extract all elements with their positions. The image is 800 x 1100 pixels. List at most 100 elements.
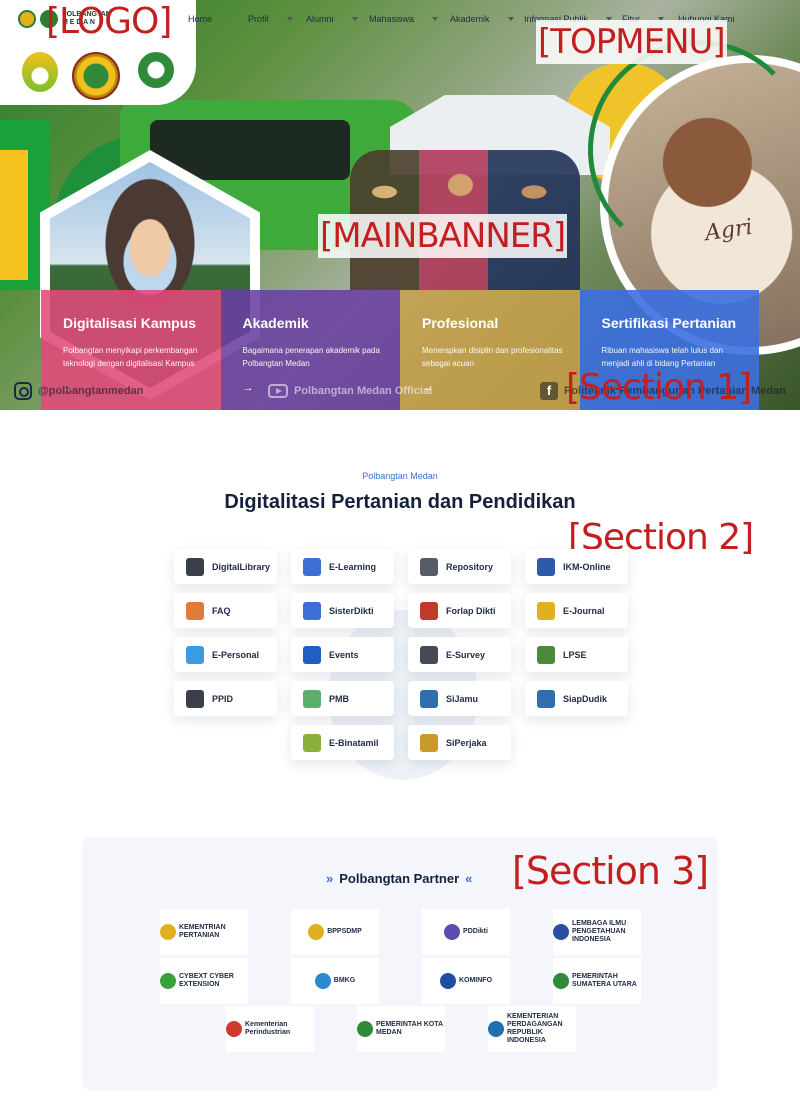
partner-emblem-icon bbox=[226, 1021, 242, 1037]
service-grid: DigitalLibrary E-Learning Repository IKM-On… bbox=[174, 549, 634, 769]
card-description: Polbangtan menyikapi perkembangan teknol… bbox=[63, 346, 198, 368]
partner-name: LEMBAGA ILMU PENGETAHUAN INDONESIA bbox=[572, 920, 627, 943]
nav-mahasiswa[interactable]: Mahasiswa bbox=[369, 14, 450, 24]
partner-emblem-icon bbox=[357, 1021, 373, 1037]
chevron-down-icon bbox=[286, 17, 293, 21]
partner-logo-pddikti[interactable]: PDDikti bbox=[422, 909, 510, 955]
partner-logo-bmkg[interactable]: BMKG bbox=[291, 958, 379, 1004]
polbangtan-seal-icon bbox=[138, 52, 174, 88]
journal-icon bbox=[537, 601, 555, 620]
service-label: FAQ bbox=[212, 605, 231, 616]
partner-emblem-icon bbox=[444, 924, 461, 940]
service-digitallibrary[interactable]: DigitalLibrary bbox=[174, 549, 277, 584]
sijamu-icon bbox=[420, 689, 438, 708]
partner-title: » Polbangtan Partner « bbox=[326, 871, 472, 886]
service-siapdudik[interactable]: SiapDudik bbox=[525, 681, 628, 716]
service-ppid[interactable]: PPID bbox=[174, 681, 277, 716]
partner-name: PEMERINTAH KOTA MEDAN bbox=[376, 1021, 443, 1036]
service-label: E-Journal bbox=[563, 605, 605, 616]
survey-icon bbox=[420, 645, 438, 664]
partner-emblem-icon bbox=[439, 973, 456, 989]
annotation-mainbanner: [MAINBANNER] bbox=[318, 214, 568, 258]
youtube-icon bbox=[268, 384, 288, 398]
chevron-left-icon: « bbox=[465, 871, 473, 886]
service-label: E-Learning bbox=[329, 561, 377, 572]
service-e-journal[interactable]: E-Journal bbox=[525, 593, 628, 628]
card-title: Akademik bbox=[242, 315, 309, 331]
partner-name: KEMENTERIAN PERDAGANGAN REPUBLIK INDONES… bbox=[507, 1013, 563, 1044]
partner-logo-bppsdmp[interactable]: BPPSDMP bbox=[291, 909, 379, 955]
nav-akademik[interactable]: Akademik bbox=[450, 14, 524, 24]
ppid-icon bbox=[186, 689, 204, 708]
partner-logo-kementerian-perdagangan-republik-indonesia[interactable]: KEMENTERIAN PERDAGANGAN REPUBLIK INDONES… bbox=[488, 1006, 576, 1052]
partner-logo-lembaga-ilmu-pengetahuan-indonesia[interactable]: LEMBAGA ILMU PENGETAHUAN INDONESIA bbox=[553, 909, 641, 955]
service-sisterdikti[interactable]: SisterDikti bbox=[291, 593, 394, 628]
service-pmb[interactable]: PMB bbox=[291, 681, 394, 716]
nav-home[interactable]: Home bbox=[188, 14, 248, 24]
partner-emblem-icon bbox=[553, 973, 569, 989]
service-label: SiPerjaka bbox=[446, 737, 487, 748]
chevron-down-icon bbox=[351, 17, 358, 21]
nav-label: Home bbox=[188, 14, 213, 24]
partner-name: KOMINFO bbox=[458, 977, 493, 984]
service-e-learning[interactable]: E-Learning bbox=[291, 549, 394, 584]
chevron-down-icon bbox=[507, 17, 514, 21]
service-siperjaka[interactable]: SiPerjaka bbox=[408, 725, 511, 760]
partner-emblem-icon bbox=[160, 973, 176, 989]
partner-logo-kominfo[interactable]: KOMINFO bbox=[422, 958, 510, 1004]
section2-title: Digitalitasi Pertanian dan Pendidikan bbox=[224, 491, 576, 513]
service-label: Repository bbox=[446, 561, 494, 572]
youtube-link[interactable]: Polbangtan Medan Official bbox=[268, 384, 432, 398]
service-label: Events bbox=[329, 649, 359, 660]
partner-name: BMKG bbox=[333, 977, 356, 984]
section2-subtitle: Polbangtan Medan bbox=[362, 471, 438, 481]
service-label: E-Personal bbox=[212, 649, 260, 660]
nav-alumni[interactable]: Alumni bbox=[306, 14, 369, 24]
lpse-icon bbox=[537, 645, 555, 664]
person-icon bbox=[186, 645, 204, 664]
annotation-section-3: [Section 3] bbox=[512, 849, 709, 893]
page: Agri Digitalisasi Kampus Polbangtan meny… bbox=[0, 0, 800, 1100]
service-label: PPID bbox=[212, 693, 234, 704]
partner-logo-cybext-cyber-extension[interactable]: CYBEXT CYBER EXTENSION bbox=[160, 958, 248, 1004]
annotation-section-1: [Section 1] bbox=[566, 367, 752, 408]
service-sijamu[interactable]: SiJamu bbox=[408, 681, 511, 716]
partner-logo-pemerintah-kota-medan[interactable]: PEMERINTAH KOTA MEDAN bbox=[357, 1006, 445, 1052]
service-label: PMB bbox=[329, 693, 349, 704]
partner-emblem-icon bbox=[314, 973, 331, 989]
folder-icon bbox=[420, 557, 438, 576]
partner-emblem-icon bbox=[553, 924, 569, 940]
laptop-icon bbox=[303, 557, 321, 576]
partner-name: BPPSDMP bbox=[327, 928, 362, 935]
card-title: Sertifikasi Pertanian bbox=[601, 315, 737, 331]
partner-logo-kementrian-pertanian[interactable]: KEMENTRIAN PERTANIAN bbox=[160, 909, 248, 955]
kementan-seal-icon bbox=[72, 52, 120, 100]
partner-emblem-icon bbox=[488, 1021, 504, 1037]
nav-label: Profil bbox=[248, 14, 269, 24]
nav-label: Alumni bbox=[306, 14, 334, 24]
service-repository[interactable]: Repository bbox=[408, 549, 511, 584]
service-forlap-dikti[interactable]: Forlap Dikti bbox=[408, 593, 511, 628]
annotation-logo: [LOGO] bbox=[46, 1, 172, 42]
sister-icon bbox=[303, 601, 321, 620]
service-faq[interactable]: FAQ bbox=[174, 593, 277, 628]
service-label: IKM-Online bbox=[563, 561, 611, 572]
partner-emblem-icon bbox=[160, 924, 176, 940]
instagram-link[interactable]: @polbangtanmedan bbox=[14, 382, 143, 400]
service-e-personal[interactable]: E-Personal bbox=[174, 637, 277, 672]
service-ikm-online[interactable]: IKM-Online bbox=[525, 549, 628, 584]
service-e-survey[interactable]: E-Survey bbox=[408, 637, 511, 672]
service-label: Forlap Dikti bbox=[446, 605, 496, 616]
youtube-channel: Polbangtan Medan Official bbox=[294, 385, 433, 397]
card-description: Bagaimana penerapan akademik pada Polban… bbox=[242, 346, 380, 368]
partner-logo-kementerian-perindustrian[interactable]: Kementerian Perindustrian bbox=[226, 1006, 314, 1052]
card-title: Digitalisasi Kampus bbox=[63, 315, 197, 331]
service-e-binatamil[interactable]: E-Binatamil bbox=[291, 725, 394, 760]
service-lpse[interactable]: LPSE bbox=[525, 637, 628, 672]
service-label: SiapDudik bbox=[563, 693, 608, 704]
partner-logo-pemerintah-sumatera-utara[interactable]: PEMERINTAH SUMATERA UTARA bbox=[553, 958, 641, 1004]
card-description: Menerapkan disiplin dan profesionalitas … bbox=[422, 346, 563, 368]
nav-profil[interactable]: Profil bbox=[248, 14, 306, 24]
monitor-icon bbox=[537, 557, 555, 576]
service-events[interactable]: Events bbox=[291, 637, 394, 672]
